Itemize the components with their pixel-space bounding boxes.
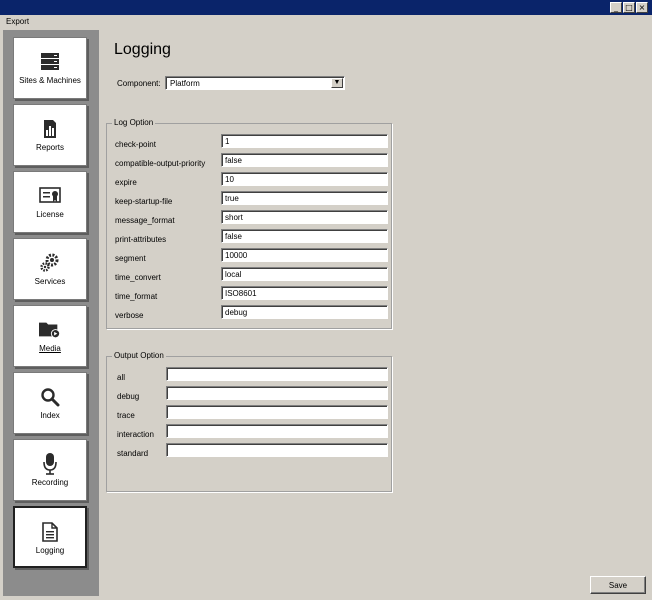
media-folder-icon [39, 320, 61, 340]
option-label: standard [117, 449, 149, 458]
component-select-value: Platform [170, 79, 200, 88]
log-document-icon [39, 522, 61, 542]
sidebar-item-label: Sites & Machines [19, 76, 81, 85]
sidebar: Sites & Machines Reports License Service… [3, 30, 99, 596]
output-interaction-field[interactable] [166, 424, 388, 438]
option-label: message_format [115, 216, 175, 225]
output-debug-field[interactable] [166, 386, 388, 400]
window-controls: _ □ × [610, 2, 648, 13]
option-label: interaction [117, 430, 154, 439]
output-standard-field[interactable] [166, 443, 388, 457]
license-certificate-icon [39, 186, 61, 206]
chevron-down-icon[interactable]: ▼ [331, 78, 343, 88]
output-option-legend: Output Option [112, 351, 166, 360]
option-label: time_convert [115, 273, 161, 282]
keep-startup-file-field[interactable]: true [221, 191, 388, 205]
page-title: Logging [114, 41, 171, 58]
option-label: print-attributes [115, 235, 167, 244]
expire-field[interactable]: 10 [221, 172, 388, 186]
magnifier-icon [39, 387, 61, 407]
sidebar-item-sites-machines[interactable]: Sites & Machines [13, 37, 87, 99]
log-option-legend: Log Option [112, 118, 156, 127]
compatible-output-priority-field[interactable]: false [221, 153, 388, 167]
minimize-button[interactable]: _ [610, 2, 622, 13]
save-button[interactable]: Save [590, 576, 646, 594]
message-format-field[interactable]: short [221, 210, 388, 224]
option-label: all [117, 373, 126, 382]
time-format-field[interactable]: ISO8601 [221, 286, 388, 300]
option-label: time_format [115, 292, 158, 301]
maximize-button[interactable]: □ [623, 2, 635, 13]
close-button[interactable]: × [636, 2, 648, 13]
server-icon [39, 52, 61, 72]
output-all-field[interactable] [166, 367, 388, 381]
option-label: check-point [115, 140, 156, 149]
option-label: segment [115, 254, 146, 263]
segment-field[interactable]: 10000 [221, 248, 388, 262]
sidebar-item-index[interactable]: Index [13, 372, 87, 434]
option-label: keep-startup-file [115, 197, 173, 206]
component-label: Component: [117, 79, 161, 88]
option-label: expire [115, 178, 137, 187]
menu-bar: Export [0, 15, 652, 29]
menu-export[interactable]: Export [6, 17, 29, 26]
option-label: trace [117, 411, 135, 420]
option-label: compatible-output-priority [115, 159, 206, 168]
gears-icon [39, 253, 61, 273]
sidebar-item-reports[interactable]: Reports [13, 104, 87, 166]
verbose-field[interactable]: debug [221, 305, 388, 319]
sidebar-item-label: Services [34, 277, 66, 286]
sidebar-item-label: License [36, 210, 64, 219]
component-select[interactable]: Platform ▼ [165, 76, 345, 90]
sidebar-item-recording[interactable]: Recording [13, 439, 87, 501]
sidebar-item-license[interactable]: License [13, 171, 87, 233]
microphone-icon [39, 453, 61, 475]
report-chart-icon [39, 119, 61, 139]
option-label: debug [117, 392, 140, 401]
print-attributes-field[interactable]: false [221, 229, 388, 243]
sidebar-item-label: Index [40, 411, 60, 420]
sidebar-item-label: Logging [35, 546, 65, 555]
option-label: verbose [115, 311, 144, 320]
check-point-field[interactable]: 1 [221, 134, 388, 148]
sidebar-item-label: Media [39, 344, 61, 353]
sidebar-item-label: Reports [35, 143, 64, 152]
time-convert-field[interactable]: local [221, 267, 388, 281]
window-title-bar[interactable]: _ □ × [0, 0, 652, 15]
output-trace-field[interactable] [166, 405, 388, 419]
sidebar-item-media[interactable]: Media [13, 305, 87, 367]
sidebar-item-label: Recording [31, 478, 69, 487]
sidebar-item-logging[interactable]: Logging [13, 506, 87, 568]
sidebar-item-services[interactable]: Services [13, 238, 87, 300]
